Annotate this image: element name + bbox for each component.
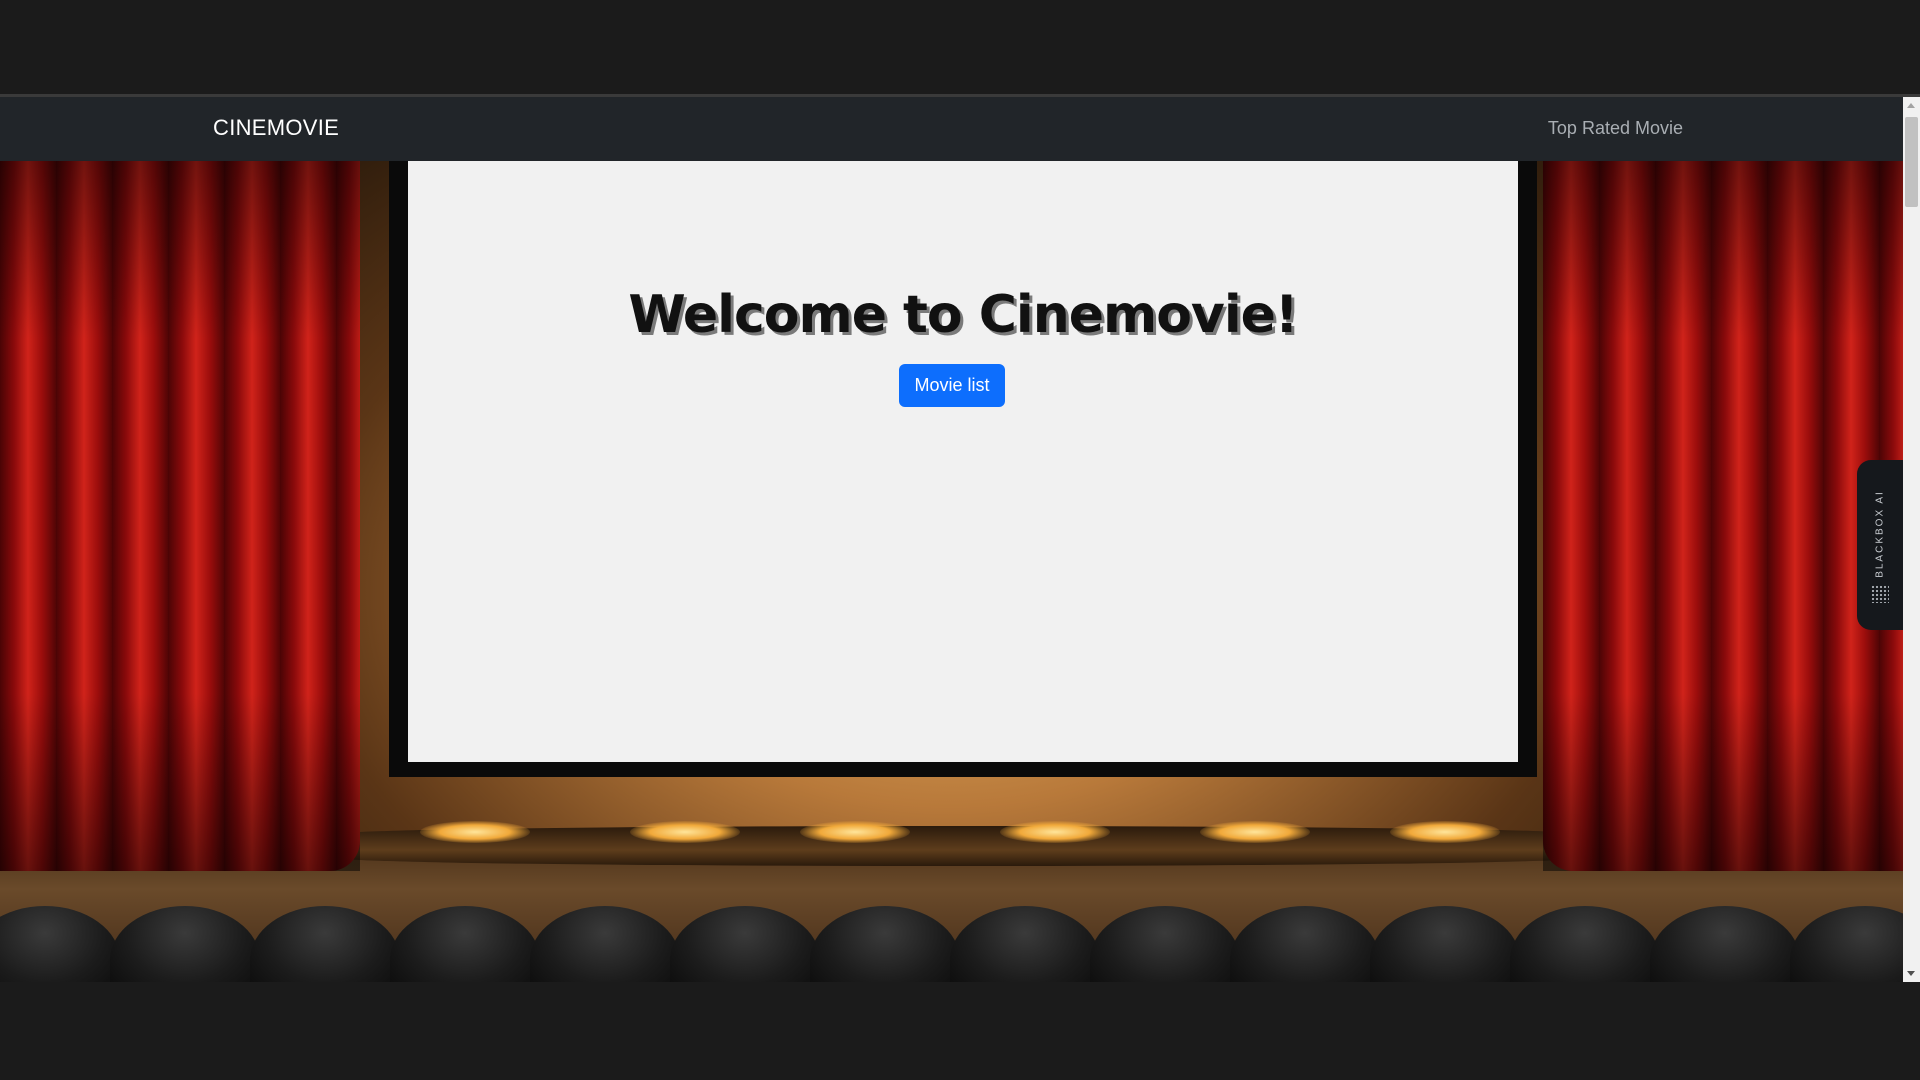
cinema-screen: Welcome to Cinemovie! Movie list: [408, 161, 1518, 762]
seat: [1510, 906, 1660, 982]
dots-grid-icon: [1871, 585, 1889, 603]
seat: [250, 906, 400, 982]
vertical-scrollbar[interactable]: [1903, 97, 1920, 982]
stage-light: [420, 821, 530, 843]
seat: [950, 906, 1100, 982]
nav-link-top-rated-movie[interactable]: Top Rated Movie: [1548, 118, 1683, 139]
navbar: CINEMOVIE Top Rated Movie: [0, 97, 1903, 161]
theater-seats: [0, 906, 1903, 982]
blackbox-ai-tab[interactable]: BLACKBOX AI: [1857, 460, 1903, 630]
stage-light: [800, 821, 910, 843]
scroll-down-arrow-icon[interactable]: [1907, 971, 1915, 976]
blackbox-ai-label: BLACKBOX AI: [1874, 490, 1886, 578]
stage-light: [1390, 821, 1500, 843]
curtain-left-shade: [0, 161, 360, 871]
seat: [1650, 906, 1800, 982]
seat: [810, 906, 960, 982]
brand-logo[interactable]: CINEMOVIE: [213, 115, 339, 141]
seat: [1090, 906, 1240, 982]
movie-list-button[interactable]: Movie list: [899, 364, 1005, 407]
stage-light: [630, 821, 740, 843]
seat: [390, 906, 540, 982]
seat: [530, 906, 680, 982]
scrollbar-thumb[interactable]: [1905, 117, 1918, 207]
stage-light: [1200, 821, 1310, 843]
seat: [0, 906, 120, 982]
seat: [1790, 906, 1903, 982]
curtain-right-shade: [1543, 161, 1903, 871]
seat: [110, 906, 260, 982]
seat: [1370, 906, 1520, 982]
browser-viewport: CINEMOVIE Top Rated Movie Welcome to Cin…: [0, 94, 1920, 982]
theater-background: Welcome to Cinemovie! Movie list: [0, 161, 1903, 982]
scroll-up-arrow-icon[interactable]: [1907, 103, 1915, 108]
seat: [1230, 906, 1380, 982]
seat: [670, 906, 820, 982]
stage-light: [1000, 821, 1110, 843]
welcome-heading: Welcome to Cinemovie!: [628, 285, 1298, 345]
